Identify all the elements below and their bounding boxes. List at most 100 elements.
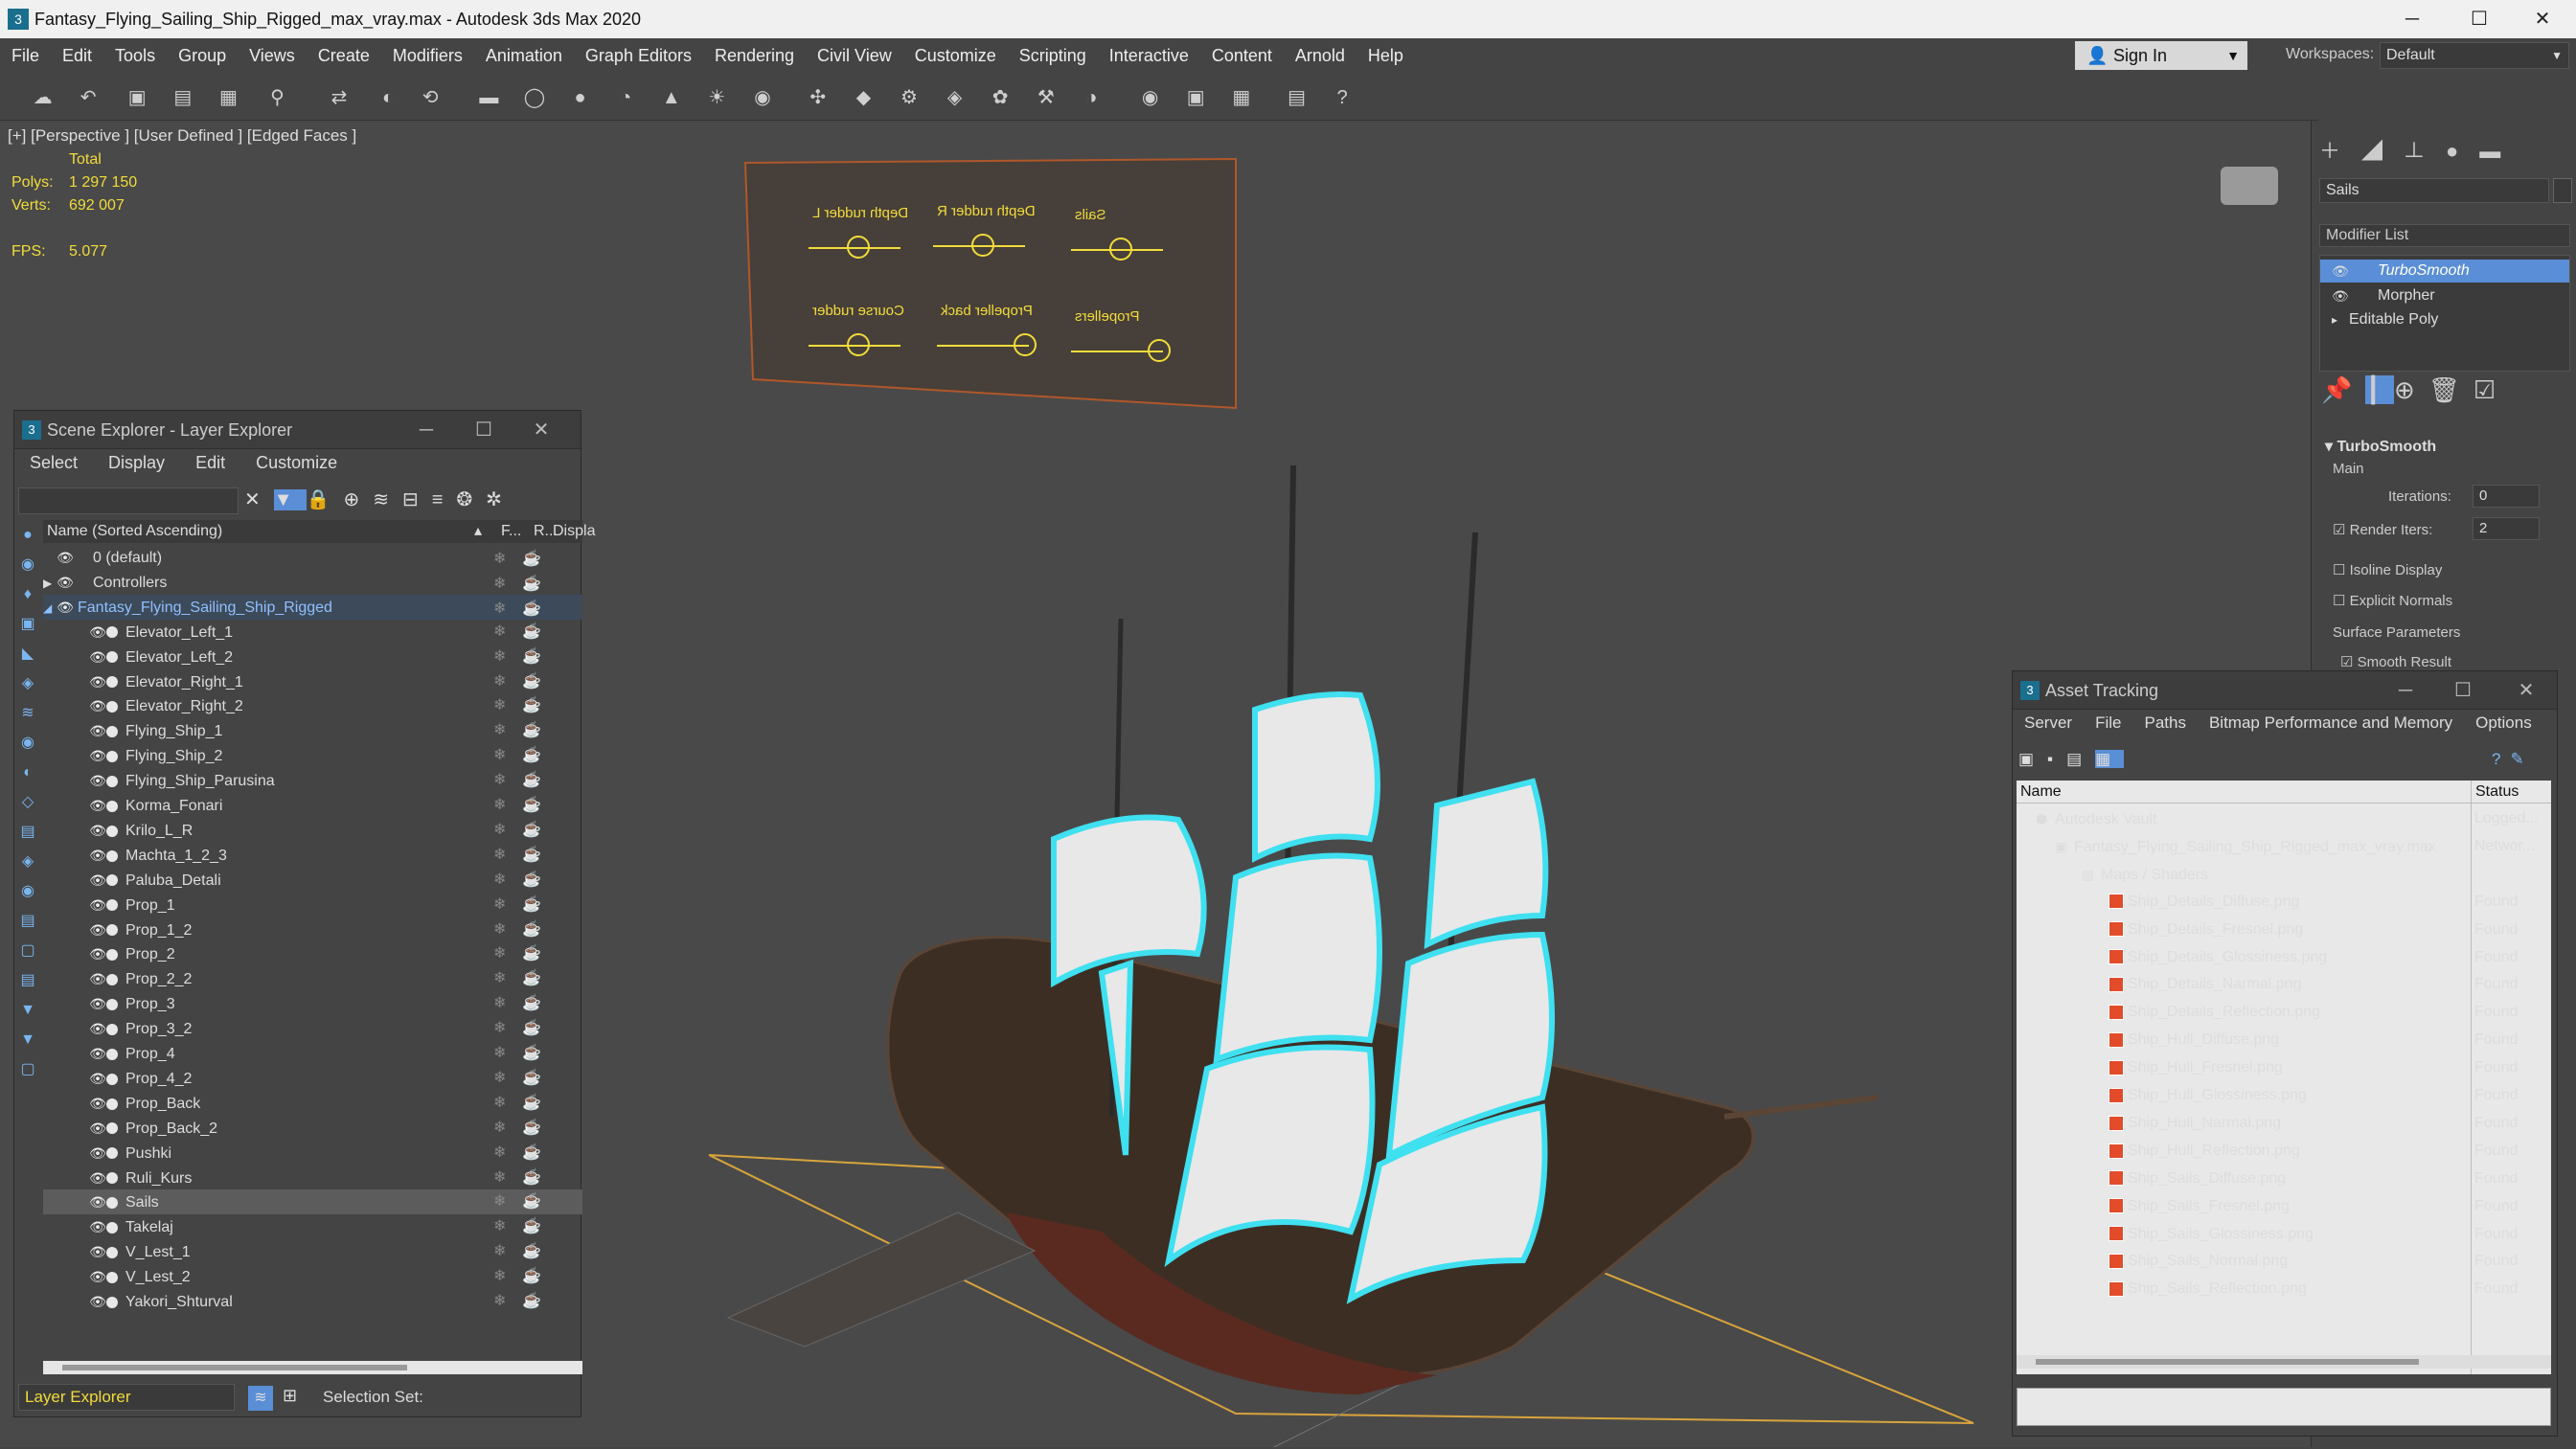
toolbar-tool-icon[interactable]: ⚒ <box>1033 84 1060 111</box>
eye-icon[interactable]: 👁 <box>89 893 106 917</box>
tree-row[interactable]: 👁 Krilo_L_R ❄ ☕ <box>43 818 582 843</box>
maximize-button[interactable]: ☐ <box>2444 671 2482 710</box>
freeze-icon[interactable]: ❄ <box>493 1214 506 1239</box>
filter-sidebar[interactable]: ● ◉ ♦ ▣ ◣ ◈ ≋ ◉ ◐ ◇ ▤ ◈ ◉ ▤ ▢ ▤ ▼ ▼ ▢ <box>14 520 41 1077</box>
tree-row[interactable]: 👁 Yakori_Shturval ❄ ☕ <box>43 1289 582 1314</box>
teapot-icon[interactable]: ☕ <box>522 574 541 593</box>
stack-item-editable-poly[interactable]: Editable Poly <box>2320 308 2569 331</box>
freeze-icon[interactable]: ❄ <box>493 868 506 893</box>
tree-row[interactable]: 👁 Prop_2 ❄ ☕ <box>43 941 582 966</box>
toolbar-tool-icon[interactable]: ▦ <box>1228 84 1255 111</box>
freeze-column-header[interactable]: F... <box>501 520 521 543</box>
toolbar-tool-icon[interactable]: ▲ <box>658 84 685 111</box>
teapot-icon[interactable]: ☕ <box>522 1189 541 1214</box>
toolbar-tool-icon[interactable]: ✿ <box>987 84 1014 111</box>
teapot-icon[interactable]: ☕ <box>522 1289 541 1314</box>
teapot-icon[interactable]: ☕ <box>522 693 541 718</box>
tree-row[interactable]: 👁 V_Lest_2 ❄ ☕ <box>43 1264 582 1289</box>
status-column-header[interactable]: Status <box>2471 781 2519 804</box>
command-panel-tabs[interactable]: ＋◢⊥●▬ <box>2319 134 2570 167</box>
viewport-label[interactable]: [+] [Perspective ] [User Defined ] [Edge… <box>8 126 356 146</box>
toolbar-tool-icon[interactable]: ◉ <box>1137 84 1164 111</box>
eye-icon[interactable]: 👁 <box>89 966 106 991</box>
tree-row[interactable]: 👁 Flying_Ship_1 ❄ ☕ <box>43 718 582 743</box>
teapot-icon[interactable]: ☕ <box>522 818 541 843</box>
workspaces-dropdown[interactable]: Default ▼ <box>2380 42 2569 69</box>
teapot-icon[interactable]: ☕ <box>522 743 541 768</box>
stack-item-morpher[interactable]: Morpher <box>2320 284 2569 307</box>
control-knob[interactable] <box>1109 238 1132 260</box>
eye-icon[interactable]: 👁 <box>89 645 106 669</box>
eye-icon[interactable]: 👁 <box>89 1066 106 1091</box>
eye-icon[interactable]: 👁 <box>89 818 106 843</box>
teapot-icon[interactable]: ☕ <box>522 549 541 568</box>
freeze-icon[interactable]: ❄ <box>493 1016 506 1041</box>
tree-row[interactable]: 👁 Flying_Ship_Parusina ❄ ☕ <box>43 768 582 793</box>
tree-row[interactable]: 👁 Pushki ❄ ☕ <box>43 1141 582 1166</box>
menu-views[interactable]: Views <box>238 38 307 73</box>
stack-item-turbosmooth[interactable]: TurboSmooth <box>2320 260 2569 283</box>
menu-customize[interactable]: Customize <box>903 38 1008 73</box>
render-iters-spinner[interactable]: 2 <box>2473 517 2540 540</box>
toolbar-tool-icon[interactable]: ◔ <box>612 84 639 111</box>
eye-icon[interactable]: 👁 <box>89 1189 106 1214</box>
tree-row[interactable]: 👁 Flying_Ship_2 ❄ ☕ <box>43 743 582 768</box>
control-knob[interactable] <box>847 333 870 356</box>
toolbar-tool-icon[interactable]: ◑ <box>1078 84 1105 111</box>
freeze-icon[interactable]: ❄ <box>493 549 506 568</box>
minimize-button[interactable]: ─ <box>407 411 445 449</box>
eye-icon[interactable]: 👁 <box>89 1116 106 1141</box>
menu-civil-view[interactable]: Civil View <box>806 38 903 73</box>
asset-row[interactable]: Ship_Details_Narmal.png Found <box>2017 971 2551 999</box>
asset-row[interactable]: Ship_Sails_Diffuse.png Found <box>2017 1166 2551 1193</box>
teapot-icon[interactable]: ☕ <box>522 1141 541 1166</box>
asset-row[interactable]: Ship_Details_Diffuse.png Found <box>2017 889 2551 917</box>
asset-row[interactable]: Ship_Sails_Glossiness.png Found <box>2017 1221 2551 1249</box>
toolbar-tool-icon[interactable]: ◆ <box>850 84 877 111</box>
eye-icon[interactable]: 👁 <box>2332 284 2349 307</box>
chevron-down-icon[interactable]: ◢ <box>43 596 57 621</box>
tree-row[interactable]: 👁 Prop_3 ❄ ☕ <box>43 991 582 1016</box>
tree-row[interactable]: 👁 Sails ❄ ☕ <box>43 1189 582 1215</box>
menu-paths[interactable]: Paths <box>2132 713 2197 740</box>
freeze-icon[interactable]: ❄ <box>493 620 506 645</box>
teapot-icon[interactable]: ☕ <box>522 669 541 694</box>
close-button[interactable]: ✕ <box>2507 671 2545 710</box>
smooth-result-checkbox[interactable]: ☑ Smooth Result <box>2340 653 2451 670</box>
eye-icon[interactable]: 👁 <box>89 1289 106 1314</box>
eye-icon[interactable]: 👁 <box>2332 260 2349 283</box>
freeze-icon[interactable]: ❄ <box>493 645 506 669</box>
column-header[interactable]: Name (Sorted Ascending) ▴ F... R... Disp… <box>43 520 595 543</box>
asset-row[interactable]: ▤ Maps / Shaders <box>2017 861 2551 889</box>
asset-path-field[interactable] <box>2017 1388 2551 1426</box>
toolbar-tool-icon[interactable]: ☀ <box>703 84 730 111</box>
toolbar-tool-icon[interactable]: ▤ <box>170 84 196 111</box>
toolbar-tool-icon[interactable]: ? <box>1329 84 1356 111</box>
teapot-icon[interactable]: ☕ <box>522 868 541 893</box>
freeze-icon[interactable]: ❄ <box>493 941 506 966</box>
freeze-icon[interactable]: ❄ <box>493 1189 506 1214</box>
tree-row[interactable]: 👁 Prop_3_2 ❄ ☕ <box>43 1016 582 1041</box>
explorer-toolbar[interactable]: ✕▼🔒⊕≋⊟≡❂✲ <box>244 487 570 514</box>
menu-help[interactable]: Help <box>1356 38 1415 73</box>
freeze-icon[interactable]: ❄ <box>493 991 506 1016</box>
menu-modifiers[interactable]: Modifiers <box>381 38 474 73</box>
eye-icon[interactable]: 👁 <box>57 595 74 620</box>
freeze-icon[interactable]: ❄ <box>493 574 506 593</box>
teapot-icon[interactable]: ☕ <box>522 917 541 942</box>
teapot-icon[interactable]: ☕ <box>522 941 541 966</box>
eye-icon[interactable]: 👁 <box>89 1166 106 1190</box>
tree-row[interactable]: 👁 V_Lest_1 ❄ ☕ <box>43 1239 582 1264</box>
tree-row[interactable]: 👁 Machta_1_2_3 ❄ ☕ <box>43 843 582 868</box>
asset-row[interactable]: Ship_Details_Fresnel.png Found <box>2017 917 2551 944</box>
teapot-icon[interactable]: ☕ <box>522 893 541 917</box>
asset-row[interactable]: Ship_Hull_Reflection.png Found <box>2017 1138 2551 1166</box>
eye-icon[interactable]: 👁 <box>89 1041 106 1066</box>
rollout-turbosmooth[interactable]: ▾ TurboSmooth <box>2325 437 2436 456</box>
toolbar-tool-icon[interactable]: ▣ <box>124 84 150 111</box>
eye-icon[interactable]: 👁 <box>89 1214 106 1239</box>
freeze-icon[interactable]: ❄ <box>493 1141 506 1166</box>
freeze-icon[interactable]: ❄ <box>493 1091 506 1116</box>
menu-graph-editors[interactable]: Graph Editors <box>574 38 703 73</box>
toolbar-tool-icon[interactable]: ◈ <box>942 84 969 111</box>
